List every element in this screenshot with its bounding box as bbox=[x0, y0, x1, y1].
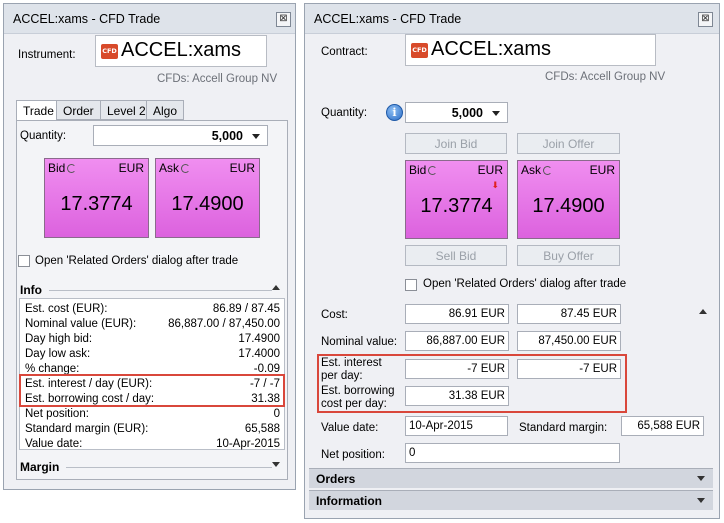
cfd-logo-icon: CFD bbox=[101, 44, 118, 59]
info-icon[interactable]: i bbox=[386, 104, 403, 121]
orders-header: Orders bbox=[316, 472, 356, 486]
ask-currency: EUR bbox=[229, 161, 255, 175]
bid-currency: EUR bbox=[118, 161, 144, 175]
instrument-box[interactable]: CFD ACCEL:xams bbox=[95, 35, 267, 67]
expand-down-icon[interactable] bbox=[697, 498, 705, 503]
value-date-label: Value date: bbox=[321, 422, 379, 434]
ask-price: 17.4900 bbox=[532, 195, 605, 217]
info-divider bbox=[49, 290, 272, 291]
join-bid-button[interactable]: Join Bid bbox=[405, 133, 507, 154]
information-section-bar[interactable]: Information bbox=[309, 490, 713, 510]
price-down-arrow-icon: ⬇ bbox=[491, 180, 499, 190]
highlight-box bbox=[19, 374, 285, 407]
join-offer-button[interactable]: Join Offer bbox=[517, 133, 620, 154]
margin-divider bbox=[66, 467, 272, 468]
tab-algo[interactable]: Algo bbox=[146, 100, 185, 120]
ask-tile[interactable]: Ask EUR 17.4900 bbox=[155, 158, 260, 238]
cfd-logo-icon: CFD bbox=[411, 43, 428, 58]
close-icon[interactable]: ⊠ bbox=[698, 12, 713, 27]
bid-label: Bid bbox=[48, 161, 66, 175]
window-title: ACCEL:xams - CFD Trade bbox=[4, 4, 295, 34]
expand-down-icon[interactable] bbox=[697, 476, 705, 481]
ask-currency: EUR bbox=[589, 163, 615, 177]
quantity-value: 5,000 bbox=[451, 106, 483, 120]
ask-label: Ask bbox=[159, 161, 180, 175]
chevron-down-icon[interactable] bbox=[252, 134, 260, 139]
info-section-header[interactable]: Info bbox=[20, 283, 42, 297]
bid-currency: EUR bbox=[477, 163, 503, 177]
clock-icon bbox=[428, 166, 438, 175]
info-row: Day high bid: 17.4900 bbox=[25, 333, 280, 345]
buy-offer-button[interactable]: Buy Offer bbox=[517, 245, 620, 266]
standard-margin-field: 65,588 EUR bbox=[621, 416, 704, 436]
quantity-label: Quantity: bbox=[20, 130, 67, 142]
bid-price: 17.3774 bbox=[420, 195, 493, 217]
left-trade-window: ACCEL:xams - CFD Trade ⊠ Instrument: CFD… bbox=[3, 3, 296, 490]
nominal-label: Nominal value: bbox=[321, 336, 398, 348]
cost-ask-field: 87.45 EUR bbox=[517, 304, 621, 324]
quantity-input[interactable]: 5,000 bbox=[405, 102, 508, 123]
related-orders-checkbox[interactable] bbox=[405, 279, 417, 291]
bid-label: Bid bbox=[409, 163, 427, 177]
instrument-box[interactable]: CFD ACCEL:xams bbox=[405, 34, 656, 66]
quantity-value: 5,000 bbox=[211, 129, 243, 143]
bid-tile[interactable]: Bid EUR ⬇ 17.3774 bbox=[405, 160, 508, 239]
net-position-field: 0 bbox=[405, 443, 620, 463]
close-icon[interactable]: ⊠ bbox=[276, 12, 291, 27]
clock-icon bbox=[67, 164, 77, 173]
window-title: ACCEL:xams - CFD Trade bbox=[305, 4, 719, 34]
tab-level-2[interactable]: Level 2 bbox=[100, 100, 153, 120]
clock-icon bbox=[543, 166, 553, 175]
ask-price: 17.4900 bbox=[171, 193, 244, 215]
nominal-bid-field: 86,887.00 EUR bbox=[405, 331, 509, 351]
cost-label: Cost: bbox=[321, 309, 348, 321]
expand-down-icon[interactable] bbox=[272, 462, 280, 467]
ask-tile[interactable]: Ask EUR 17.4900 bbox=[517, 160, 620, 239]
quantity-input[interactable]: 5,000 bbox=[93, 125, 268, 146]
highlight-box bbox=[317, 354, 627, 413]
sell-bid-button[interactable]: Sell Bid bbox=[405, 245, 507, 266]
contract-label: Contract: bbox=[321, 46, 368, 58]
info-row: Est. cost (EUR): 86.89 / 87.45 bbox=[25, 303, 280, 315]
tab-trade[interactable]: Trade bbox=[16, 100, 61, 121]
instrument-subtitle: CFDs: Accell Group NV bbox=[545, 71, 666, 83]
tab-strip: Trade Order Level 2 Algo bbox=[16, 100, 286, 122]
info-row: Nominal value (EUR): 86,887.00 / 87,450.0… bbox=[25, 318, 280, 330]
ask-label: Ask bbox=[521, 163, 542, 177]
related-orders-label: Open 'Related Orders' dialog after trade bbox=[423, 278, 627, 290]
collapse-up-icon[interactable] bbox=[699, 309, 707, 314]
net-position-label: Net position: bbox=[321, 449, 385, 461]
cost-bid-field: 86.91 EUR bbox=[405, 304, 509, 324]
bid-tile[interactable]: Bid EUR 17.3774 bbox=[44, 158, 149, 238]
value-date-field: 10-Apr-2015 bbox=[405, 416, 508, 436]
quantity-label: Quantity: bbox=[321, 107, 368, 119]
instrument-name: ACCEL:xams bbox=[121, 39, 242, 61]
related-orders-label: Open 'Related Orders' dialog after trade bbox=[35, 255, 239, 267]
tab-order[interactable]: Order bbox=[56, 100, 101, 120]
standard-margin-label: Standard margin: bbox=[519, 422, 608, 434]
instrument-label: Instrument: bbox=[18, 49, 76, 61]
clock-icon bbox=[181, 164, 191, 173]
info-row: Net position: 0 bbox=[25, 408, 280, 420]
bid-price: 17.3774 bbox=[60, 193, 133, 215]
margin-section-header[interactable]: Margin bbox=[20, 460, 59, 474]
information-header: Information bbox=[316, 494, 382, 508]
instrument-name: ACCEL:xams bbox=[431, 38, 552, 60]
orders-section-bar[interactable]: Orders bbox=[309, 468, 713, 488]
related-orders-checkbox[interactable] bbox=[18, 255, 30, 267]
collapse-up-icon[interactable] bbox=[272, 285, 280, 290]
info-row: Standard margin (EUR): 65,588 bbox=[25, 423, 280, 435]
right-trade-window: ACCEL:xams - CFD Trade ⊠ Contract: CFD A… bbox=[304, 3, 720, 519]
info-row: Day low ask: 17.4000 bbox=[25, 348, 280, 360]
info-row: Value date: 10-Apr-2015 bbox=[25, 438, 280, 450]
chevron-down-icon[interactable] bbox=[492, 111, 500, 116]
nominal-ask-field: 87,450.00 EUR bbox=[517, 331, 621, 351]
instrument-subtitle: CFDs: Accell Group NV bbox=[157, 73, 278, 85]
